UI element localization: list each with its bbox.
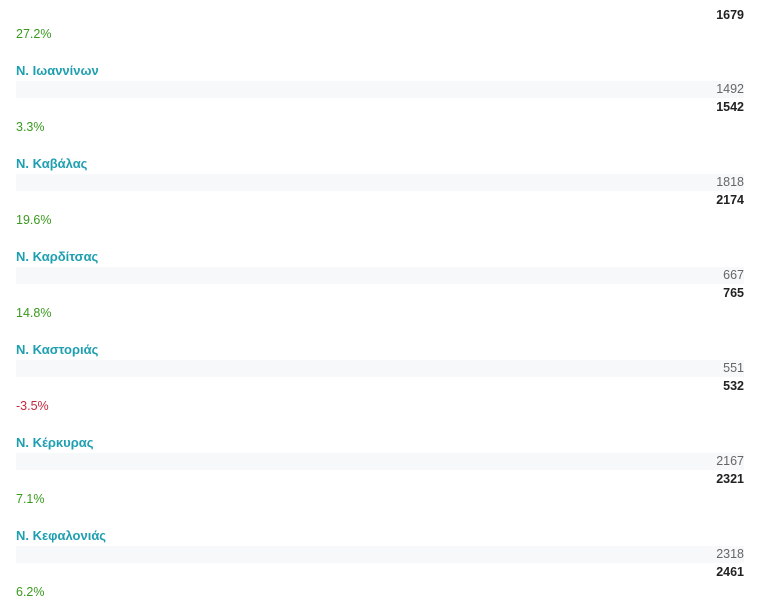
- new-value-row: 2321: [16, 471, 744, 488]
- new-value-row: 532: [16, 378, 744, 395]
- old-value: 551: [723, 361, 744, 375]
- change-percent: 19.6%: [16, 213, 52, 227]
- old-value-row: 2318: [16, 546, 744, 563]
- new-value: 532: [723, 379, 744, 393]
- new-value: 2321: [716, 472, 744, 486]
- change-percent: 14.8%: [16, 306, 52, 320]
- old-value: 1492: [716, 82, 744, 96]
- new-value: 1542: [716, 100, 744, 114]
- region-name: Ν. Κεφαλονιάς: [16, 528, 107, 543]
- new-value-row: 765: [16, 285, 744, 302]
- region-entry-previous: 1679 27.2%: [16, 0, 744, 41]
- region-entry: Ν. Ιωαννίνων 1492 1542 3.3%: [16, 41, 744, 134]
- change-percent: 6.2%: [16, 585, 45, 599]
- old-value: 2167: [716, 454, 744, 468]
- new-value-row: 2174: [16, 192, 744, 209]
- change-percent: -3.5%: [16, 399, 49, 413]
- region-name: Ν. Ιωαννίνων: [16, 63, 99, 78]
- new-value: 2174: [716, 193, 744, 207]
- region-name: Ν. Καβάλας: [16, 156, 88, 171]
- old-value: 1818: [716, 175, 744, 189]
- change-percent: 7.1%: [16, 492, 45, 506]
- region-name: Ν. Καστοριάς: [16, 342, 99, 357]
- region-list: 1679 27.2% Ν. Ιωαννίνων 1492 1542 3.3% Ν…: [16, 0, 744, 599]
- new-value-row: 2461: [16, 564, 744, 581]
- old-value-row: 2167: [16, 453, 744, 470]
- old-value-row: 1818: [16, 174, 744, 191]
- new-value: 1679: [716, 8, 744, 22]
- old-value-row: 1492: [16, 81, 744, 98]
- change-percent: 3.3%: [16, 120, 45, 134]
- region-entry: Ν. Καβάλας 1818 2174 19.6%: [16, 134, 744, 227]
- old-value-row: 667: [16, 267, 744, 284]
- change-percent: 27.2%: [16, 27, 52, 41]
- region-entry: Ν. Κεφαλονιάς 2318 2461 6.2%: [16, 506, 744, 599]
- region-entry: Ν. Καστοριάς 551 532 -3.5%: [16, 320, 744, 413]
- old-value: 2318: [716, 547, 744, 561]
- new-value: 765: [723, 286, 744, 300]
- region-entry: Ν. Καρδίτσας 667 765 14.8%: [16, 227, 744, 320]
- old-value: 667: [723, 268, 744, 282]
- region-name: Ν. Κέρκυρας: [16, 435, 94, 450]
- old-value-row: 551: [16, 360, 744, 377]
- region-entry: Ν. Κέρκυρας 2167 2321 7.1%: [16, 413, 744, 506]
- region-name: Ν. Καρδίτσας: [16, 249, 99, 264]
- new-value: 2461: [716, 565, 744, 579]
- new-value-row: 1542: [16, 99, 744, 116]
